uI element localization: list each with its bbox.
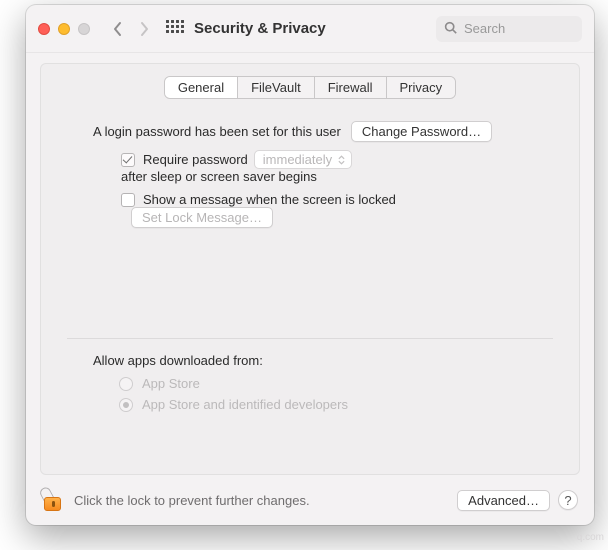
chevron-updown-icon	[338, 155, 345, 165]
zoom-window-button[interactable]	[78, 23, 90, 35]
traffic-lights	[38, 23, 90, 35]
show-all-prefs-button[interactable]	[166, 20, 184, 38]
allow-appstore-dev-radio[interactable]	[119, 398, 133, 412]
allow-appstore-dev-label: App Store and identified developers	[142, 397, 348, 412]
set-lock-message-button[interactable]: Set Lock Message…	[131, 207, 273, 228]
require-password-delay-select[interactable]: immediately	[254, 150, 352, 169]
lock-body-icon	[44, 497, 61, 511]
tab-filevault[interactable]: FileVault	[238, 77, 315, 98]
lock-toggle-button[interactable]	[42, 487, 64, 513]
lock-hint-label: Click the lock to prevent further change…	[74, 493, 310, 508]
allow-apps-section: Allow apps downloaded from: App Store Ap…	[41, 339, 579, 412]
close-window-button[interactable]	[38, 23, 50, 35]
forward-button[interactable]	[138, 21, 150, 37]
login-password-status-label: A login password has been set for this u…	[93, 124, 341, 139]
general-pane: A login password has been set for this u…	[41, 99, 579, 228]
content-panel: General FileVault Firewall Privacy A log…	[40, 63, 580, 475]
minimize-window-button[interactable]	[58, 23, 70, 35]
allow-appstore-label: App Store	[142, 376, 200, 391]
back-button[interactable]	[112, 21, 124, 37]
require-password-checkbox[interactable]	[121, 153, 135, 167]
change-password-button[interactable]: Change Password…	[351, 121, 492, 142]
watermark: q.com	[577, 532, 604, 543]
search-field[interactable]	[436, 16, 582, 42]
preferences-window: Security & Privacy General FileVault Fir…	[26, 5, 594, 525]
allow-apps-title: Allow apps downloaded from:	[93, 353, 539, 368]
show-lock-message-checkbox[interactable]	[121, 193, 135, 207]
titlebar: Security & Privacy	[26, 5, 594, 53]
search-input[interactable]	[462, 20, 574, 37]
allow-appstore-radio[interactable]	[119, 377, 133, 391]
nav-arrows	[112, 21, 150, 37]
require-password-label: Require password	[143, 152, 248, 167]
tab-privacy[interactable]: Privacy	[387, 77, 456, 98]
show-lock-message-label: Show a message when the screen is locked	[143, 192, 396, 207]
tab-general[interactable]: General	[165, 77, 238, 98]
advanced-button[interactable]: Advanced…	[457, 490, 550, 511]
require-password-suffix-label: after sleep or screen saver begins	[121, 169, 317, 184]
tab-bar: General FileVault Firewall Privacy	[41, 76, 579, 99]
footer: Click the lock to prevent further change…	[26, 475, 594, 525]
tab-firewall[interactable]: Firewall	[315, 77, 387, 98]
window-title: Security & Privacy	[194, 20, 326, 37]
require-password-delay-value: immediately	[263, 152, 332, 167]
help-button[interactable]: ?	[558, 490, 578, 510]
search-icon	[444, 21, 462, 37]
